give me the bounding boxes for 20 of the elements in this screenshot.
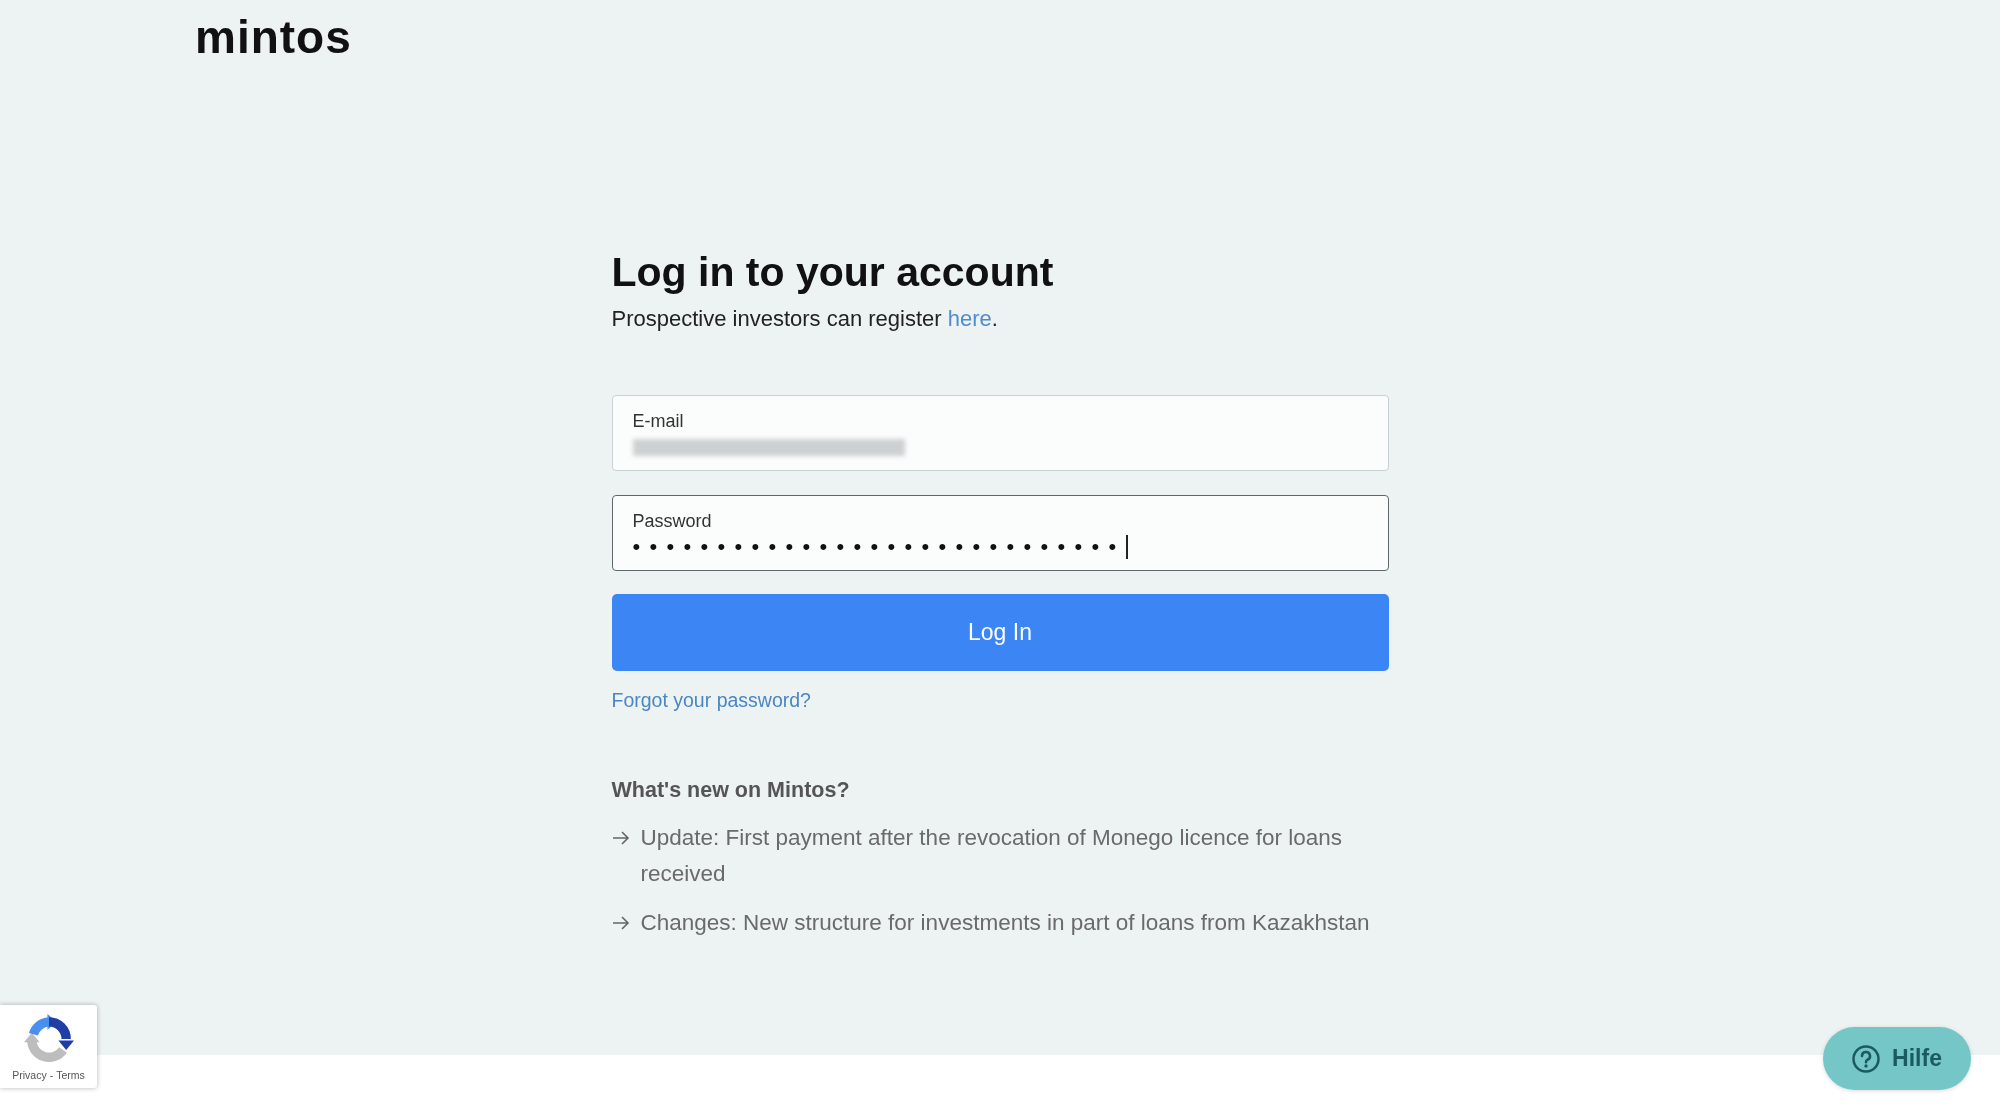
- forgot-password-link[interactable]: Forgot your password?: [611, 688, 811, 712]
- text-cursor-icon: [1125, 535, 1128, 559]
- login-button[interactable]: Log In: [611, 594, 1389, 671]
- help-button[interactable]: Hilfe: [1823, 1027, 1971, 1090]
- help-icon: [1852, 1044, 1881, 1073]
- email-field[interactable]: E-mail: [611, 395, 1389, 471]
- register-link[interactable]: here: [947, 306, 992, 331]
- arrow-right-icon: [611, 830, 630, 846]
- arrow-right-icon: [611, 915, 630, 931]
- news-link[interactable]: Changes: New structure for investments in part of loans from Kazakhstan: [640, 905, 1389, 941]
- register-prompt-text: Prospective investors can register here.: [611, 305, 998, 333]
- news-link[interactable]: Update: First payment after the revocation of Monego licence for loans received: [640, 820, 1389, 892]
- circular-arrows-icon: [23, 1014, 74, 1064]
- page-heading: Log in to your account: [611, 248, 1054, 296]
- logo[interactable]: mintos: [195, 14, 352, 60]
- password-field[interactable]: Password •••••••••••••••••••••••••••••: [611, 495, 1389, 571]
- privacy-link[interactable]: Privacy: [12, 1068, 47, 1082]
- news-heading: What's new on Mintos?: [611, 777, 850, 803]
- terms-link[interactable]: Terms: [56, 1068, 85, 1082]
- separator-text: -: [49, 1068, 54, 1082]
